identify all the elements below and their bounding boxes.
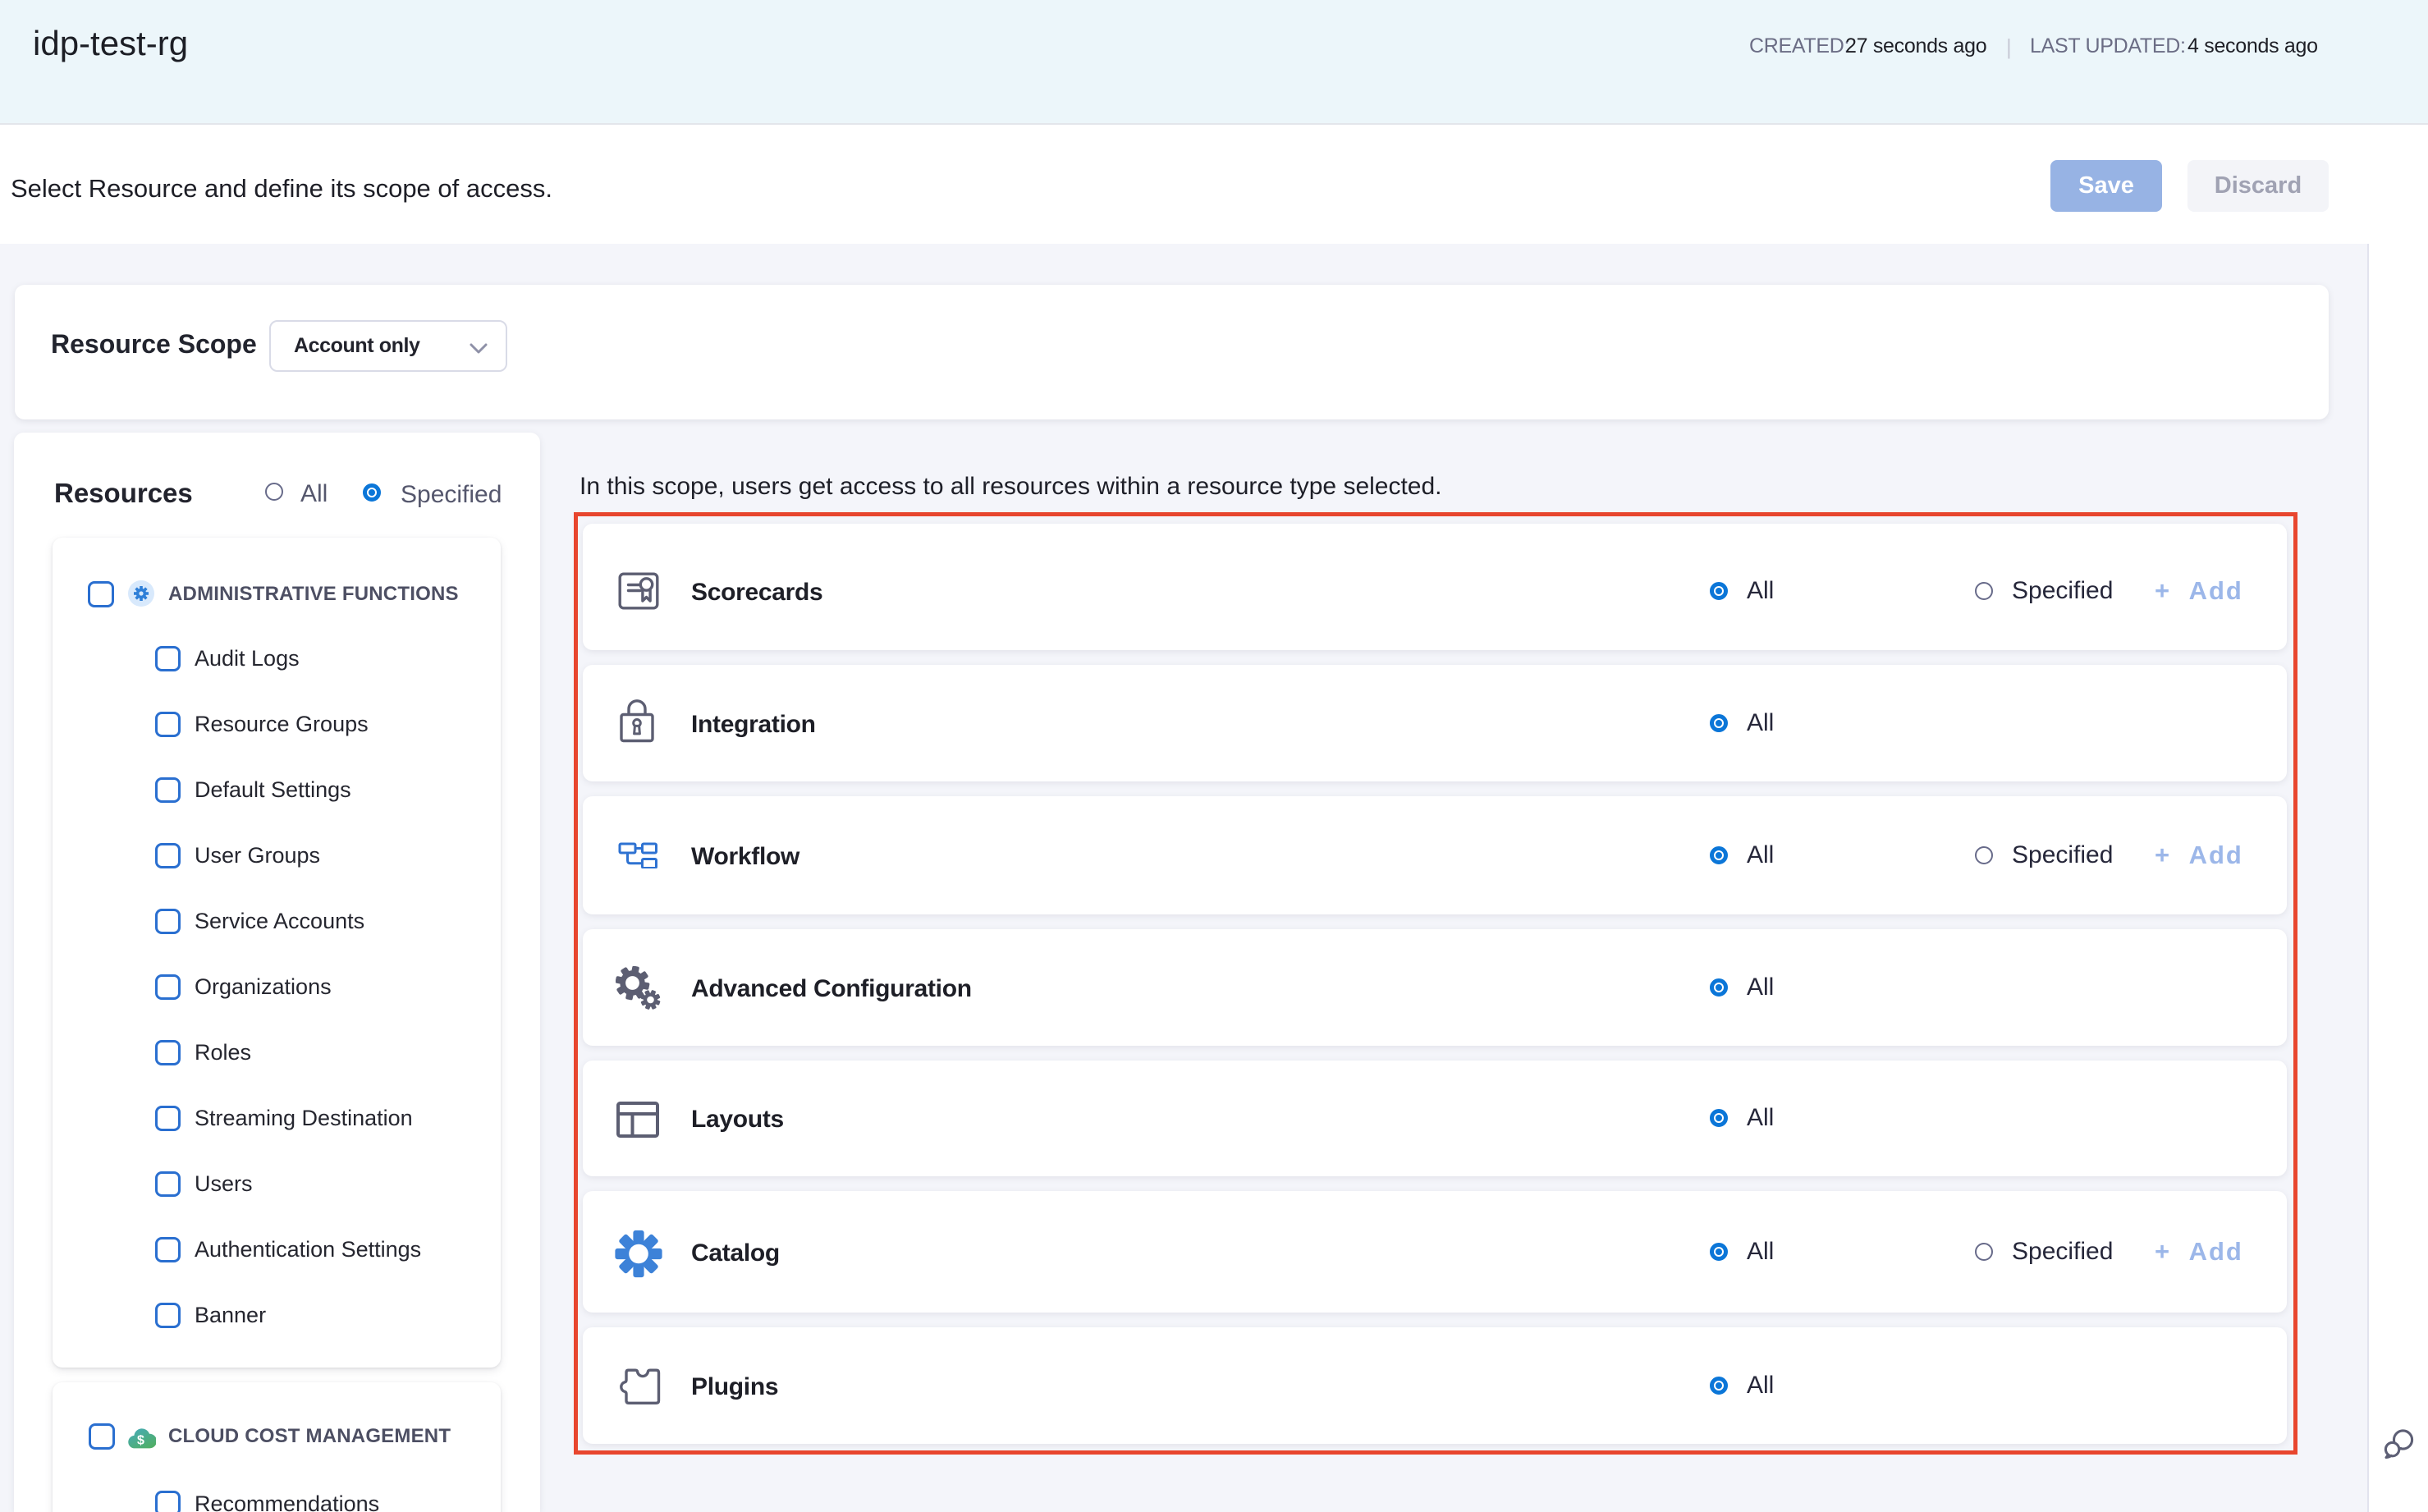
svg-text:$: $ xyxy=(137,1434,144,1448)
